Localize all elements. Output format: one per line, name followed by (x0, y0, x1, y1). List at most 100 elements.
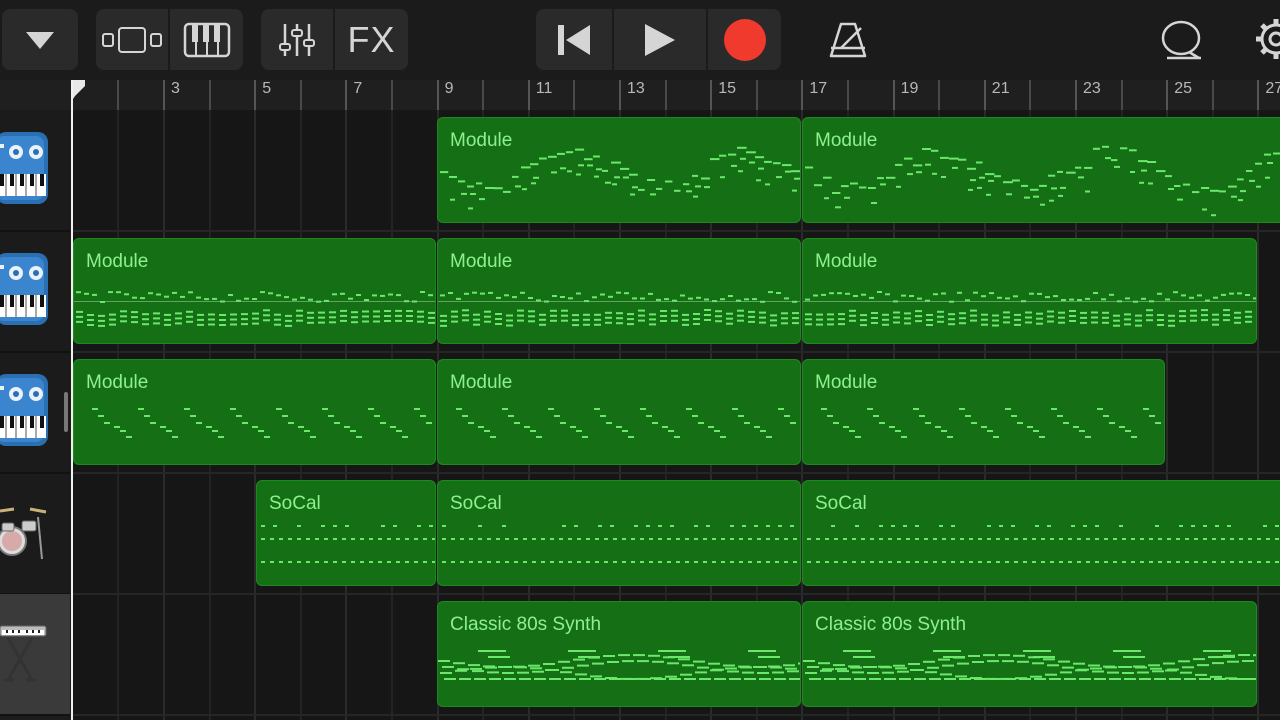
midi-note (1017, 422, 1023, 424)
midi-note (1210, 675, 1222, 678)
region[interactable]: Module (802, 238, 1257, 344)
midi-note (1168, 319, 1175, 322)
midi-note (298, 426, 304, 428)
keyboard-button[interactable] (170, 9, 243, 70)
midi-note (908, 663, 920, 665)
record-button[interactable] (708, 9, 781, 70)
metronome-button[interactable] (818, 9, 878, 70)
midi-note (1058, 660, 1070, 663)
track-header[interactable] (0, 473, 70, 595)
region[interactable]: Module (73, 238, 436, 344)
track-header[interactable] (0, 352, 70, 474)
midi-note (607, 661, 619, 663)
midi-note (951, 525, 955, 527)
region[interactable]: Classic 80s Synth (802, 601, 1257, 707)
midi-note (712, 538, 716, 540)
region[interactable]: SoCal (802, 480, 1280, 586)
settings-button[interactable] (1250, 9, 1280, 70)
midi-note (1177, 198, 1183, 201)
region[interactable]: Module (437, 359, 801, 465)
go-to-start-button[interactable] (536, 9, 612, 70)
midi-note (737, 319, 744, 322)
midi-note (351, 321, 358, 324)
track-header[interactable] (0, 594, 70, 716)
midi-note (783, 664, 795, 667)
midi-note (428, 311, 435, 314)
track-header[interactable] (0, 110, 70, 232)
midi-note (715, 310, 722, 313)
midi-note (1119, 426, 1125, 428)
chevron-down-icon (26, 31, 54, 49)
midi-note (960, 538, 964, 540)
midi-note (1174, 185, 1181, 187)
midi-note (568, 561, 572, 563)
midi-note (504, 678, 516, 680)
midi-note (1194, 561, 1198, 563)
midi-note (849, 430, 855, 432)
region[interactable]: SoCal (437, 480, 801, 586)
midi-note (450, 198, 455, 201)
midi-note (620, 167, 630, 170)
midi-note (1155, 422, 1161, 424)
midi-note (981, 318, 988, 321)
region[interactable]: Classic 80s Synth (437, 601, 801, 707)
midi-note (726, 312, 733, 315)
midi-note (899, 678, 911, 680)
midi-note (559, 561, 563, 563)
midi-note (993, 436, 999, 438)
region[interactable]: Module (802, 117, 1280, 223)
ruler-tick (391, 80, 393, 110)
tracks-area[interactable]: Module Module Module Module Module Module Modu… (72, 110, 1280, 720)
midi-note (623, 176, 629, 179)
midi-note (288, 422, 294, 424)
loop-browser-button[interactable] (1152, 9, 1212, 70)
midi-note (1149, 415, 1155, 417)
fx-button[interactable]: FX (335, 9, 408, 70)
mixer-button[interactable] (261, 9, 333, 70)
ruler-tick (755, 80, 758, 110)
midi-note (793, 561, 797, 563)
ruler-tick (892, 80, 895, 110)
track-header[interactable] (0, 231, 70, 353)
midi-note (813, 294, 818, 297)
midi-note (986, 193, 991, 196)
midi-note (496, 538, 500, 540)
timeline-ruler[interactable]: 3 5 7 9 11 13 15 17 19 21 23 25 27 (0, 80, 1280, 111)
region-name: SoCal (815, 493, 867, 514)
region[interactable]: Module (437, 238, 801, 344)
region[interactable]: Module (73, 359, 436, 465)
midi-note (1003, 311, 1010, 314)
midi-note (1143, 408, 1149, 410)
midi-note (648, 292, 653, 295)
midi-note (131, 311, 138, 314)
midi-note (459, 678, 471, 680)
midi-note (340, 314, 347, 317)
region[interactable]: SoCal (256, 480, 436, 586)
tracks-view-button[interactable] (96, 9, 168, 70)
browser-dropdown-button[interactable] (2, 9, 78, 70)
playhead-handle-icon[interactable] (71, 80, 85, 102)
midi-note (959, 312, 966, 315)
ruler-tick (254, 80, 257, 110)
midi-note (324, 561, 328, 563)
midi-note (695, 671, 707, 674)
play-button[interactable] (614, 9, 706, 70)
midi-note (1265, 176, 1270, 179)
region[interactable]: Module (437, 117, 801, 223)
midi-note (186, 315, 193, 318)
track-scroll-indicator[interactable] (64, 392, 68, 432)
midi-note (738, 415, 744, 417)
midi-note (1041, 538, 1045, 540)
midi-note (1109, 422, 1115, 424)
midi-note (602, 169, 608, 172)
midi-note (1059, 538, 1063, 540)
midi-note (270, 561, 274, 563)
region[interactable]: Module (802, 359, 1165, 465)
midi-note (1256, 185, 1261, 188)
midi-note (109, 323, 116, 326)
midi-note (502, 408, 508, 410)
midi-note (708, 662, 720, 665)
midi-note (218, 436, 224, 438)
midi-note (693, 313, 700, 315)
midi-note (1025, 311, 1032, 314)
